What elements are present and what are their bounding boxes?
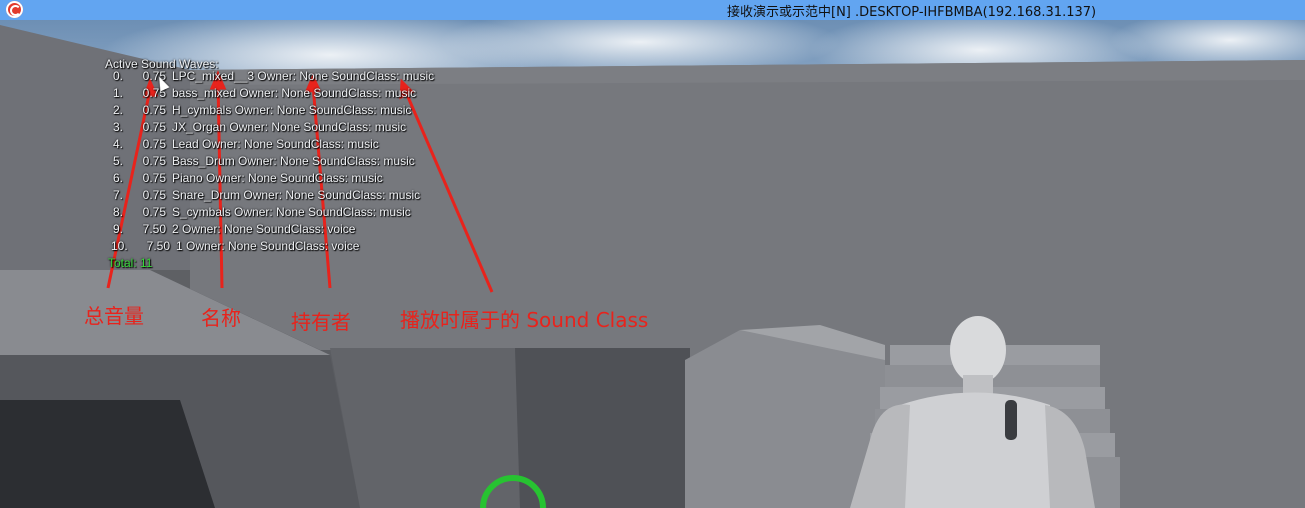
row-text: bass_mixed Owner: None SoundClass: music (172, 86, 417, 100)
row-text: 2 Owner: None SoundClass: voice (172, 222, 356, 236)
debug-total: Total: 11 (108, 256, 153, 270)
row-index: 7. (113, 188, 124, 202)
row-volume: 0.75 (142, 188, 166, 202)
debug-overlay: Active Sound Waves: 0. 0.75 LPC_mixed__3… (0, 20, 1305, 508)
row-volume: 0.75 (142, 154, 166, 168)
window-titlebar[interactable]: 接收演示或示范中[N] .DESKTOP-IHFBMBA(192.168.31.… (0, 0, 1305, 20)
row-text: Piano Owner: None SoundClass: music (172, 171, 383, 185)
row-volume: 0.75 (142, 120, 166, 134)
row-text: S_cymbals Owner: None SoundClass: music (172, 205, 411, 219)
row-volume: 0.75 (142, 205, 166, 219)
row-text: H_cymbals Owner: None SoundClass: music (172, 103, 412, 117)
app-logo-icon[interactable] (6, 1, 23, 18)
row-volume: 0.75 (142, 171, 166, 185)
row-index: 0. (113, 69, 124, 83)
game-viewport[interactable]: Active Sound Waves: 0. 0.75 LPC_mixed__3… (0, 20, 1305, 508)
row-index: 8. (113, 205, 124, 219)
annotation-name: 名称 (201, 306, 241, 330)
row-text: 1 Owner: None SoundClass: voice (176, 239, 360, 253)
row-text: Lead Owner: None SoundClass: music (172, 137, 379, 151)
row-index: 1. (113, 86, 124, 100)
row-volume: 7.50 (146, 239, 170, 253)
row-index: 3. (113, 120, 124, 134)
row-text: Snare_Drum Owner: None SoundClass: music (172, 188, 421, 202)
row-index: 9. (113, 222, 124, 236)
row-index: 4. (113, 137, 124, 151)
row-text: LPC_mixed__3 Owner: None SoundClass: mus… (172, 69, 435, 83)
row-volume: 7.50 (142, 222, 166, 236)
row-index: 2. (113, 103, 124, 117)
annotation-sound-class: 播放时属于的 Sound Class (400, 308, 649, 332)
row-volume: 0.75 (142, 137, 166, 151)
row-index: 6. (113, 171, 124, 185)
annotation-total-volume: 总音量 (84, 304, 144, 328)
row-text: Bass_Drum Owner: None SoundClass: music (172, 154, 415, 168)
row-text: JX_Organ Owner: None SoundClass: music (172, 120, 407, 134)
row-index: 10. (111, 239, 128, 253)
annotation-owner: 持有者 (291, 310, 351, 334)
row-volume: 0.75 (142, 103, 166, 117)
window-title: 接收演示或示范中[N] .DESKTOP-IHFBMBA(192.168.31.… (727, 5, 1097, 20)
row-index: 5. (113, 154, 124, 168)
